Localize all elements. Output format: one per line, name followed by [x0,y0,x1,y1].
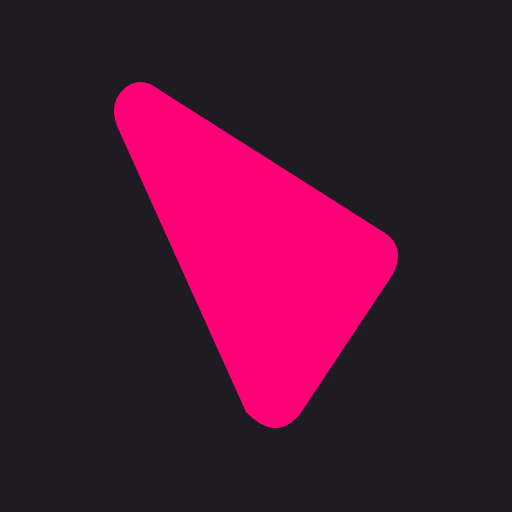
icon-canvas [0,0,512,512]
pink-rounded-triangle-icon [0,0,512,512]
